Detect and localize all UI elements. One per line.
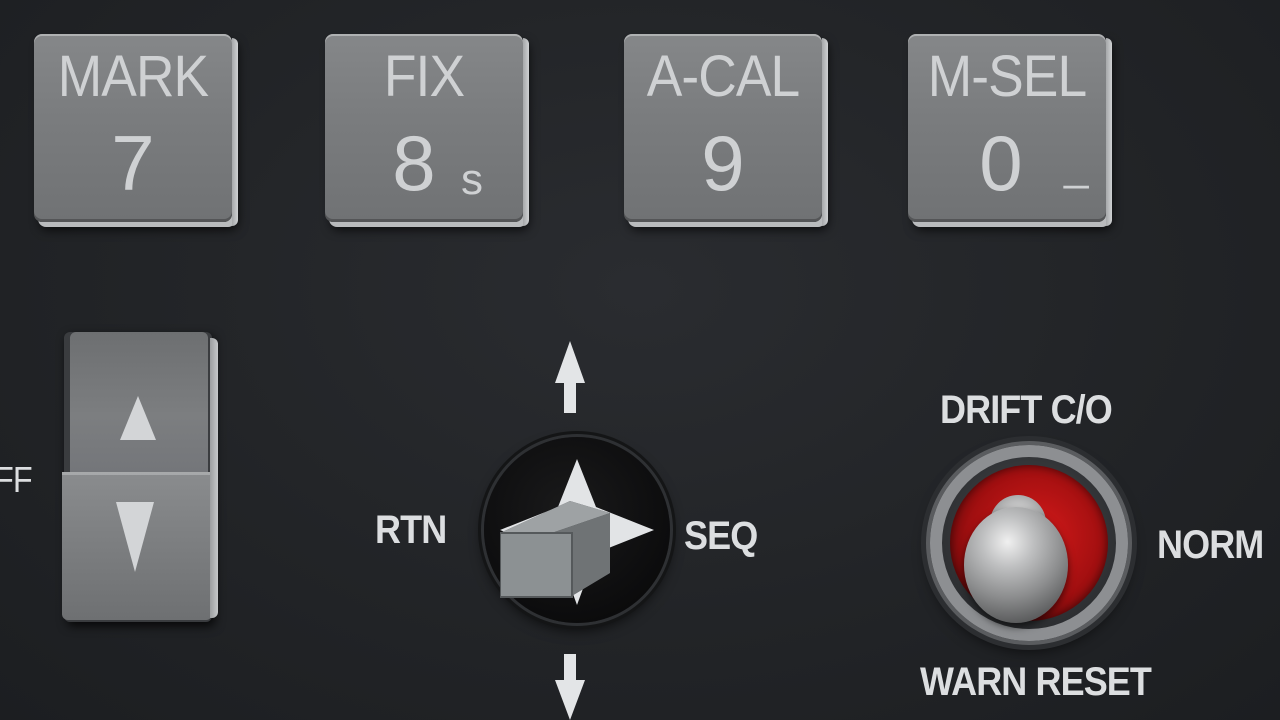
arrow-up-icon bbox=[555, 341, 585, 413]
norm-label: NORM bbox=[1157, 523, 1264, 567]
arrow-down-icon bbox=[555, 654, 585, 720]
rocker-side-label: FF bbox=[0, 459, 33, 500]
fix-8-key[interactable]: FIX 8 s bbox=[325, 34, 529, 226]
warn-reset-label: WARN RESET bbox=[920, 660, 1152, 704]
key-sub-label: _ bbox=[1064, 141, 1089, 190]
rtn-label: RTN bbox=[375, 508, 447, 552]
rocker-edge bbox=[210, 338, 218, 618]
key-label: MARK bbox=[57, 44, 209, 109]
rocker-lower-half[interactable] bbox=[62, 472, 212, 620]
drift-co-label: DRIFT C/O bbox=[940, 388, 1113, 432]
seq-label: SEQ bbox=[684, 514, 758, 558]
triangle-down-icon bbox=[116, 502, 154, 572]
key-number: 7 bbox=[111, 119, 155, 207]
key-label: M-SEL bbox=[927, 44, 1087, 109]
rocker-upper-half[interactable] bbox=[70, 332, 208, 472]
m-sel-0-key[interactable]: M-SEL 0 _ bbox=[908, 34, 1112, 226]
key-number: 9 bbox=[701, 119, 745, 207]
key-label: A-CAL bbox=[646, 44, 800, 109]
key-number: 8 bbox=[392, 119, 436, 207]
key-label: FIX bbox=[383, 44, 465, 109]
toggle-ball-handle[interactable] bbox=[964, 507, 1068, 623]
rocker-switch[interactable] bbox=[62, 332, 218, 622]
control-panel: MARK 7 FIX 8 s A-CAL 9 M-SEL 0 _ FF bbox=[0, 0, 1280, 720]
a-cal-9-key[interactable]: A-CAL 9 bbox=[624, 34, 828, 226]
joystick-knob[interactable] bbox=[500, 497, 610, 601]
triangle-up-icon bbox=[120, 396, 156, 440]
mark-7-key[interactable]: MARK 7 bbox=[34, 34, 238, 226]
drift-co-toggle-switch[interactable] bbox=[930, 445, 1128, 641]
key-sub-label: s bbox=[461, 155, 483, 204]
